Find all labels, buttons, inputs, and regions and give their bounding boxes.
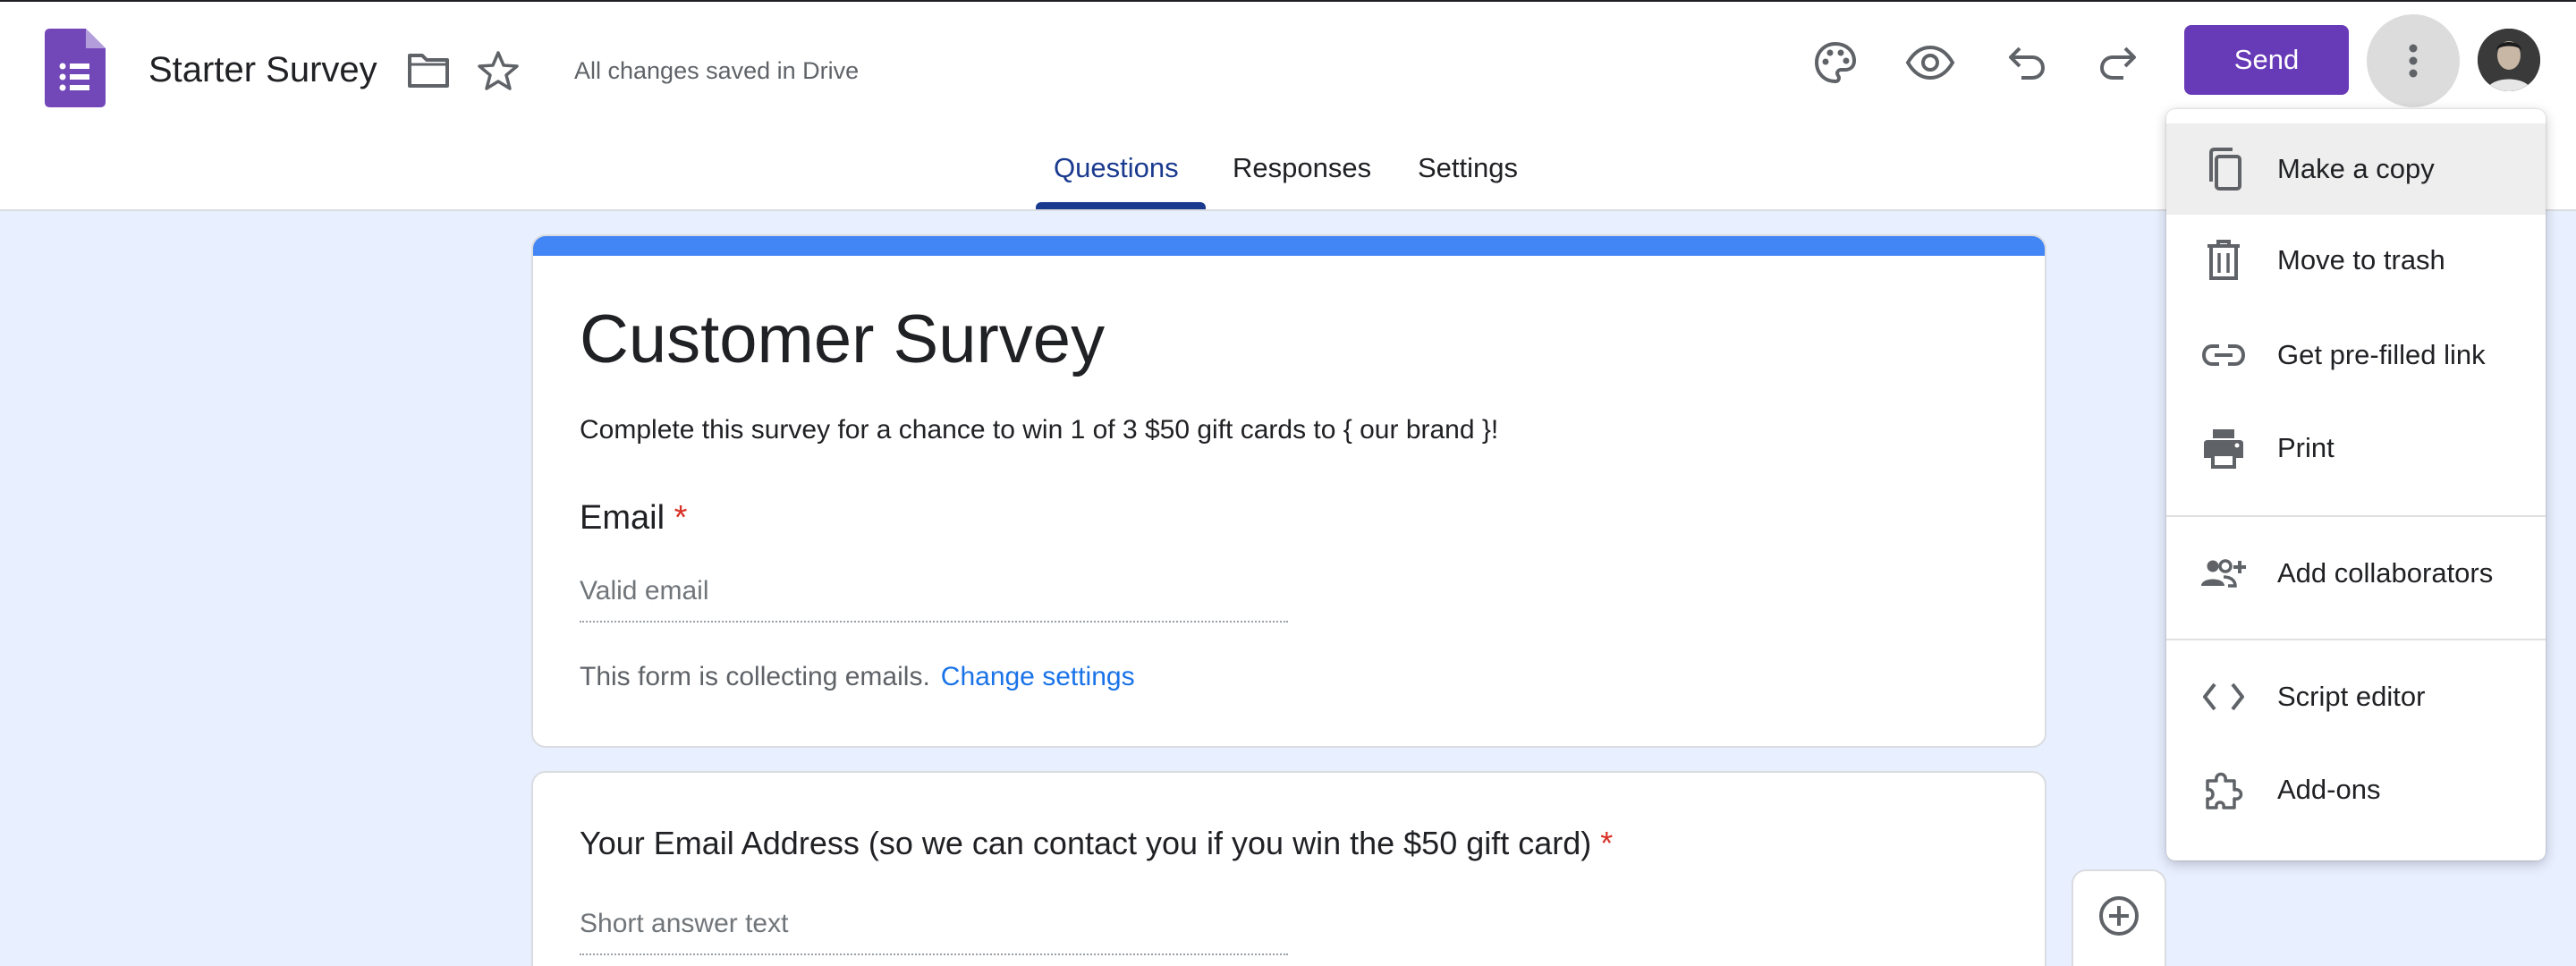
menu-item-label: Get pre-filled link	[2277, 339, 2486, 370]
palette-icon[interactable]	[1810, 38, 1860, 88]
required-asterisk: *	[1600, 825, 1614, 861]
collect-emails-text: This form is collecting emails.	[580, 662, 930, 691]
menu-divider	[2166, 639, 2546, 640]
trash-icon	[2200, 237, 2247, 284]
short-answer-field: Short answer text	[580, 909, 1288, 955]
menu-item-label: Add-ons	[2277, 774, 2381, 805]
form-header-card[interactable]: Customer Survey Complete this survey for…	[531, 234, 2046, 748]
theme-accent-bar	[533, 236, 2045, 256]
menu-item-label: Add collaborators	[2277, 557, 2494, 589]
doc-title[interactable]: Starter Survey	[148, 45, 377, 95]
menu-item-label: Print	[2277, 432, 2334, 463]
menu-item-make-copy[interactable]: Make a copy	[2166, 123, 2546, 215]
required-asterisk: *	[674, 499, 688, 537]
tab-settings[interactable]: Settings	[1418, 152, 1518, 184]
active-tab-indicator	[1036, 202, 1206, 209]
code-icon	[2200, 674, 2247, 720]
email-field: Valid email	[580, 576, 1288, 623]
puzzle-icon	[2200, 767, 2247, 813]
tab-responses[interactable]: Responses	[1233, 152, 1371, 184]
question-title-text: Your Email Address (so we can contact yo…	[580, 825, 1592, 861]
form-title[interactable]: Customer Survey	[580, 301, 1105, 378]
add-people-icon	[2200, 550, 2247, 597]
tab-questions[interactable]: Questions	[1054, 152, 1179, 184]
menu-item-move-to-trash[interactable]: Move to trash	[2166, 215, 2546, 306]
save-status: All changes saved in Drive	[574, 57, 860, 84]
avatar[interactable]	[2478, 29, 2540, 91]
folder-icon[interactable]	[406, 50, 451, 91]
menu-item-label: Script editor	[2277, 681, 2426, 712]
menu-item-prefilled-link[interactable]: Get pre-filled link	[2166, 309, 2546, 401]
question-title: Your Email Address (so we can contact yo…	[580, 825, 1613, 862]
menu-item-label: Make a copy	[2277, 153, 2435, 184]
email-field-label: Email *	[580, 499, 687, 538]
undo-icon[interactable]	[2002, 38, 2052, 88]
star-icon[interactable]	[476, 48, 521, 93]
menu-divider	[2166, 515, 2546, 517]
copy-icon	[2200, 146, 2247, 192]
question-card[interactable]: Your Email Address (so we can contact yo…	[531, 771, 2046, 966]
more-options-menu: Make a copy Move to trash Get pre-filled…	[2166, 109, 2546, 860]
more-vert-icon	[2409, 44, 2418, 78]
menu-item-add-ons[interactable]: Add-ons	[2166, 744, 2546, 835]
forms-logo-icon[interactable]	[45, 29, 106, 107]
floating-toolbar	[2072, 869, 2166, 966]
preview-eye-icon[interactable]	[1905, 38, 1955, 88]
email-label-text: Email	[580, 499, 665, 537]
link-icon	[2200, 332, 2247, 378]
change-settings-link[interactable]: Change settings	[941, 662, 1135, 691]
print-icon	[2200, 425, 2247, 471]
add-question-icon[interactable]	[2097, 894, 2140, 937]
redo-icon[interactable]	[2093, 38, 2143, 88]
send-button[interactable]: Send	[2184, 25, 2349, 95]
menu-item-script-editor[interactable]: Script editor	[2166, 651, 2546, 742]
more-options-button[interactable]	[2367, 14, 2460, 107]
menu-item-print[interactable]: Print	[2166, 402, 2546, 494]
collect-emails-note: This form is collecting emails. Change se…	[580, 662, 1135, 692]
menu-item-add-collaborators[interactable]: Add collaborators	[2166, 528, 2546, 619]
menu-item-label: Move to trash	[2277, 244, 2445, 275]
form-description[interactable]: Complete this survey for a chance to win…	[580, 415, 1498, 445]
